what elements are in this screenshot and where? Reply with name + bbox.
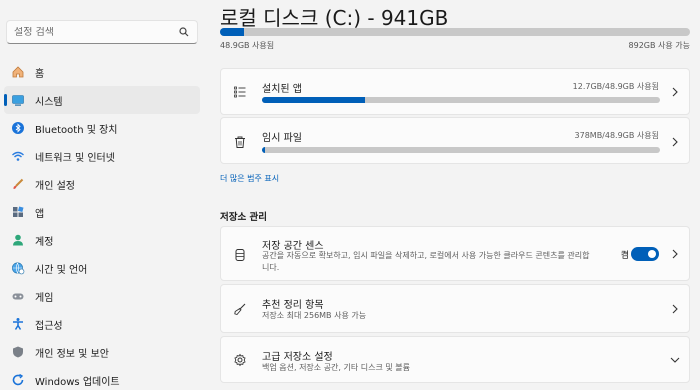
temp-files-usage: 378MB/48.9GB 사용됨	[574, 131, 659, 140]
sidebar-item-label: 접근성	[35, 320, 63, 332]
drive-free-label: 892GB 사용 가능	[628, 41, 690, 50]
chevron-down-icon[interactable]	[669, 354, 681, 366]
apps-icon	[10, 204, 26, 220]
gamepad-icon	[10, 288, 26, 304]
sidebar-item-windows-update[interactable]: Windows 업데이트	[4, 366, 200, 390]
sidebar-item-network[interactable]: 네트워크 및 인터넷	[4, 142, 200, 170]
shield-icon	[10, 344, 26, 360]
installed-apps-bar-fill	[262, 97, 366, 103]
sidebar-item-label: 시스템	[35, 96, 63, 108]
storage-sense-description: 공간을 자동으로 확보하고, 임시 파일을 삭제하고, 로컬에서 사용 가능한 …	[262, 251, 590, 272]
page-title: 로컬 디스크 (C:) - 941GB	[220, 6, 449, 30]
storage-sense-card[interactable]: 저장 공간 센스 공간을 자동으로 확보하고, 임시 파일을 삭제하고, 로컬에…	[220, 226, 690, 281]
storage-management-heading: 저장소 관리	[220, 212, 268, 223]
temp-files-title: 임시 파일	[262, 133, 302, 144]
storage-sense-toggle[interactable]	[631, 247, 659, 261]
sidebar-item-privacy-security[interactable]: 개인 정보 및 보안	[4, 338, 200, 366]
temp-files-card[interactable]: 임시 파일 378MB/48.9GB 사용됨	[220, 117, 690, 164]
sidebar-item-personalization[interactable]: 개인 설정	[4, 170, 200, 198]
advanced-settings-title: 고급 저장소 설정	[262, 352, 333, 363]
advanced-storage-settings-card[interactable]: 고급 저장소 설정 백업 옵션, 저장소 공간, 기타 디스크 및 볼륨	[220, 336, 690, 383]
sidebar-item-accessibility[interactable]: 접근성	[4, 310, 200, 338]
advanced-settings-description: 백업 옵션, 저장소 공간, 기타 디스크 및 볼륨	[262, 363, 411, 372]
installed-apps-bar	[262, 97, 660, 103]
sidebar-nav: 홈 시스템 Bluetooth 및 장치 네트워크 및 인터넷 개인 설정 앱 …	[4, 58, 200, 390]
sidebar-item-bluetooth[interactable]: Bluetooth 및 장치	[4, 114, 200, 142]
sidebar-item-label: 개인 정보 및 보안	[35, 348, 109, 360]
sidebar-item-label: 게임	[35, 292, 54, 304]
cleanup-recommendations-card[interactable]: 추천 정리 항목 저장소 최대 256MB 사용 가능	[220, 284, 690, 333]
sidebar-item-gaming[interactable]: 게임	[4, 282, 200, 310]
temp-files-bar	[262, 147, 660, 153]
toggle-knob	[648, 250, 656, 258]
sidebar-item-accounts[interactable]: 계정	[4, 226, 200, 254]
gear-icon	[232, 352, 248, 368]
installed-apps-title: 설치된 앱	[262, 84, 302, 95]
account-icon	[10, 232, 26, 248]
chevron-right-icon[interactable]	[669, 136, 681, 148]
broom-icon	[232, 301, 248, 317]
system-icon	[10, 92, 26, 108]
installed-apps-card[interactable]: 설치된 앱 12.7GB/48.9GB 사용됨	[220, 68, 690, 115]
search-icon[interactable]	[178, 26, 190, 38]
main-content: 로컬 디스크 (C:) - 941GB 48.9GB 사용됨 892GB 사용 …	[220, 0, 690, 390]
wifi-icon	[10, 148, 26, 164]
sidebar-item-time-language[interactable]: 시간 및 언어	[4, 254, 200, 282]
trash-icon	[232, 134, 248, 150]
sidebar-item-label: 계정	[35, 236, 54, 248]
sidebar-item-label: Windows 업데이트	[35, 376, 120, 388]
chevron-right-icon[interactable]	[669, 248, 681, 260]
brush-icon	[10, 176, 26, 192]
drive-usage-bar	[220, 28, 690, 36]
update-icon	[10, 372, 26, 388]
home-icon	[10, 64, 26, 80]
cleanup-description: 저장소 최대 256MB 사용 가능	[262, 311, 367, 320]
sidebar-item-home[interactable]: 홈	[4, 58, 200, 86]
list-icon	[232, 84, 248, 100]
sidebar-item-label: 네트워크 및 인터넷	[35, 152, 115, 164]
bluetooth-icon	[10, 120, 26, 136]
sidebar-item-apps[interactable]: 앱	[4, 198, 200, 226]
chevron-right-icon[interactable]	[669, 303, 681, 315]
sidebar-item-label: Bluetooth 및 장치	[35, 124, 118, 136]
temp-files-bar-fill	[262, 147, 266, 153]
sidebar-item-label: 앱	[35, 208, 45, 220]
sidebar-item-system[interactable]: 시스템	[4, 86, 200, 114]
accessibility-icon	[10, 316, 26, 332]
search-input[interactable]	[14, 26, 178, 38]
sidebar-item-label: 시간 및 언어	[35, 264, 88, 276]
sidebar-item-label: 홈	[35, 68, 45, 80]
show-more-categories-link[interactable]: 더 많은 범주 표시	[220, 173, 279, 184]
drive-usage-fill	[220, 28, 245, 36]
globe-clock-icon	[10, 260, 26, 276]
search-box[interactable]	[6, 20, 198, 44]
cleanup-title: 추천 정리 항목	[262, 300, 324, 311]
toggle-state-label: 켬	[620, 251, 629, 261]
installed-apps-usage: 12.7GB/48.9GB 사용됨	[572, 82, 659, 91]
drive-stack-icon	[232, 247, 248, 263]
drive-used-label: 48.9GB 사용됨	[220, 41, 275, 50]
sidebar: 홈 시스템 Bluetooth 및 장치 네트워크 및 인터넷 개인 설정	[0, 0, 210, 390]
chevron-right-icon[interactable]	[669, 86, 681, 98]
sidebar-item-label: 개인 설정	[35, 180, 75, 192]
